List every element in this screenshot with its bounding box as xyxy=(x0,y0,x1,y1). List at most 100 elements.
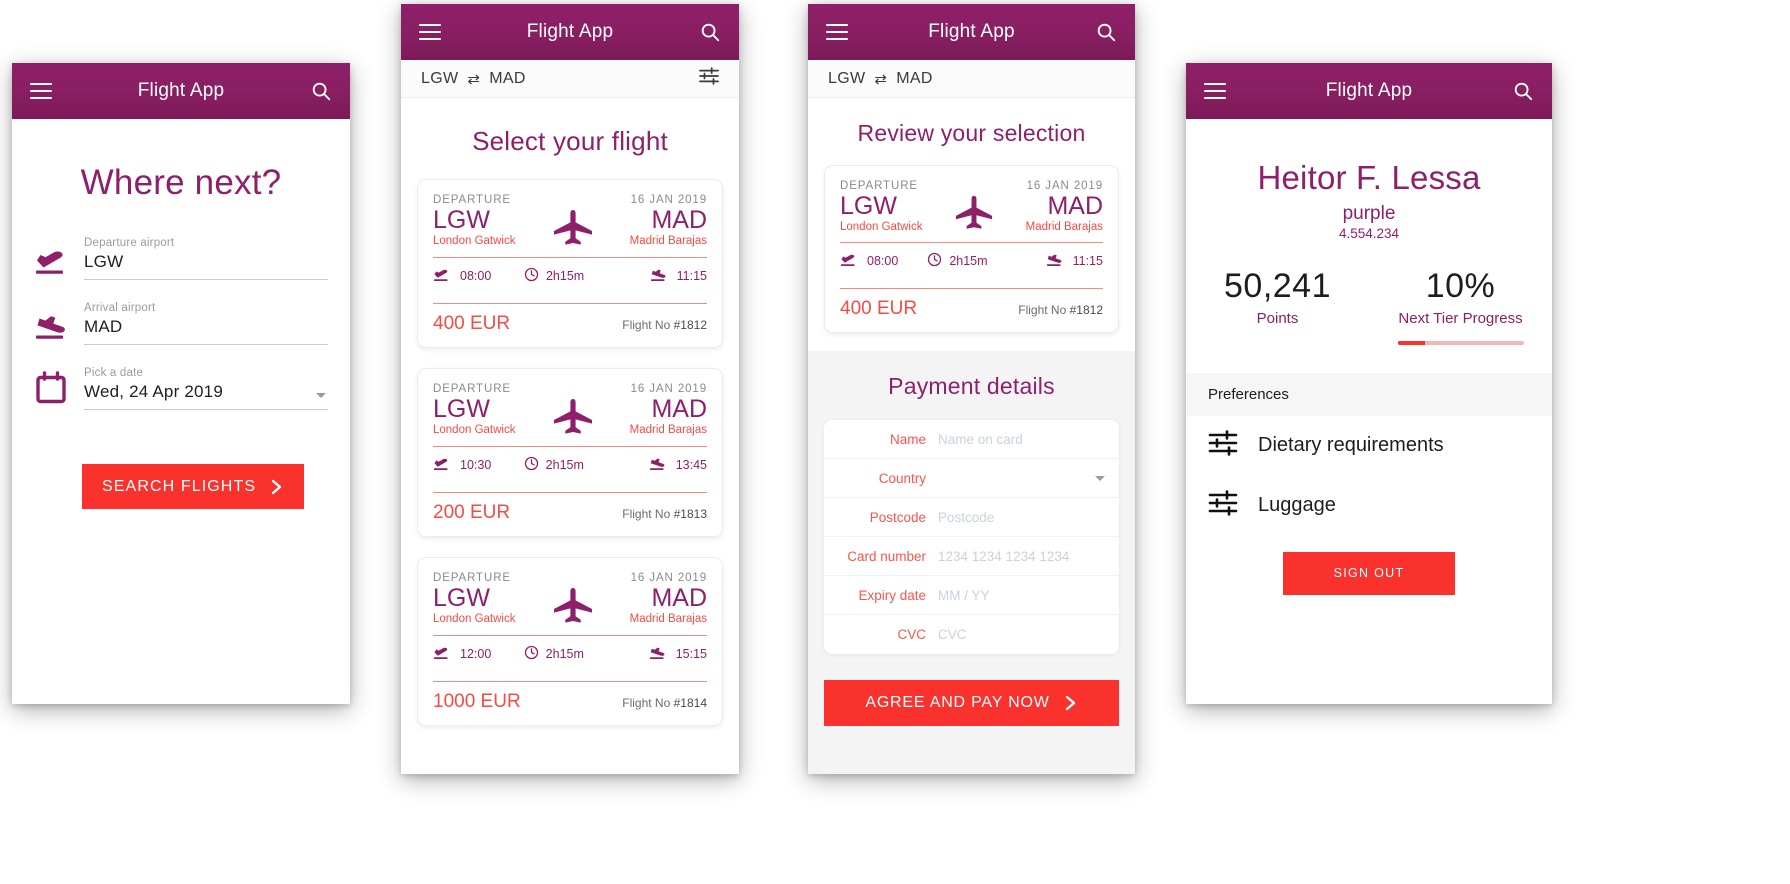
card-number-label: Card number xyxy=(847,548,926,564)
duration: 2h15m xyxy=(545,458,584,472)
app-bar: Flight App xyxy=(808,4,1135,60)
menu-icon[interactable] xyxy=(419,24,441,40)
flight-card[interactable]: DEPARTURE LGW London Gatwick 16 JAN 2019… xyxy=(417,368,723,537)
progress-bar xyxy=(1397,340,1524,345)
expiry-input[interactable]: MM / YY xyxy=(938,588,990,603)
flight-number-label: Flight No xyxy=(622,318,671,332)
duration: 2h15m xyxy=(545,269,585,283)
cvc-label: CVC xyxy=(897,627,926,643)
search-flights-button[interactable]: SEARCH FLIGHTS xyxy=(82,464,305,509)
selected-flight-card[interactable]: DEPARTURE LGW London Gatwick 16 JAN 2019… xyxy=(824,165,1119,334)
flight-number-group: Flight No #1813 xyxy=(622,507,707,521)
takeoff-icon xyxy=(840,252,860,270)
departure-input[interactable]: LGW xyxy=(84,252,328,280)
date-field-row[interactable]: Pick a date Wed, 24 Apr 2019 xyxy=(34,367,328,410)
route-to: MAD xyxy=(896,69,933,87)
route-from: LGW xyxy=(421,69,459,87)
name-field-row[interactable]: Name Name on card xyxy=(824,420,1119,460)
preference-item-dietary[interactable]: Dietary requirements xyxy=(1186,416,1552,476)
calendar-icon xyxy=(34,370,84,410)
phone-screen-review-payment: Flight App LGW ⇄ MAD Review your selecti… xyxy=(808,4,1135,774)
preferences-heading: Preferences xyxy=(1186,372,1552,416)
next-tier-stat: 10% Next Tier Progress xyxy=(1369,267,1552,345)
arrival-time-group: 11:15 xyxy=(1046,252,1103,270)
date-input[interactable]: Wed, 24 Apr 2019 xyxy=(84,382,328,410)
chevron-down-icon[interactable] xyxy=(1095,475,1105,481)
to-code: MAD xyxy=(651,395,707,423)
from-code: LGW xyxy=(433,206,490,234)
departure-time: 12:00 xyxy=(460,647,492,661)
page-title: Where next? xyxy=(80,163,282,202)
search-flights-label: SEARCH FLIGHTS xyxy=(102,477,257,495)
card-kicker: DEPARTURE xyxy=(433,383,511,395)
preference-label: Dietary requirements xyxy=(1258,434,1444,457)
next-tier-value: 10% xyxy=(1425,267,1496,305)
profile-name: Heitor F. Lessa xyxy=(1257,159,1481,196)
card-number-input[interactable]: 1234 1234 1234 1234 xyxy=(938,549,1069,564)
plane-icon xyxy=(515,572,629,626)
app-title: Flight App xyxy=(137,80,225,101)
swap-icon[interactable]: ⇄ xyxy=(874,70,887,88)
takeoff-icon xyxy=(433,456,453,474)
page-title: Select your flight xyxy=(472,126,668,156)
arrival-time: 11:15 xyxy=(676,269,707,283)
search-icon[interactable] xyxy=(310,80,332,102)
version-number: 4.554.234 xyxy=(1338,226,1400,241)
from-code: LGW xyxy=(433,584,490,612)
price: 200 EUR xyxy=(433,502,511,523)
menu-icon[interactable] xyxy=(826,24,848,40)
app-bar: Flight App xyxy=(1186,63,1552,119)
flight-card[interactable]: DEPARTURE LGW London Gatwick 16 JAN 2019… xyxy=(417,557,723,726)
page-title: Review your selection xyxy=(857,120,1086,146)
cvc-field-row[interactable]: CVC CVC xyxy=(824,615,1119,654)
departure-time: 08:00 xyxy=(460,269,492,283)
postcode-input[interactable]: Postcode xyxy=(938,510,994,525)
clock-icon xyxy=(927,252,942,270)
date-label: Pick a date xyxy=(84,367,144,379)
swap-icon[interactable]: ⇄ xyxy=(467,70,480,88)
country-field-row[interactable]: Country xyxy=(824,459,1119,499)
agree-and-pay-button[interactable]: AGREE AND PAY NOW xyxy=(824,680,1119,727)
card-kicker: DEPARTURE xyxy=(840,180,918,192)
flight-number-group: Flight No #1812 xyxy=(1018,303,1103,317)
from-code: LGW xyxy=(840,192,897,220)
departure-label: Departure airport xyxy=(84,237,175,249)
tune-icon[interactable] xyxy=(699,67,719,90)
arrival-time-group: 15:15 xyxy=(649,645,707,663)
card-date: 16 JAN 2019 xyxy=(1026,180,1103,192)
postcode-field-row[interactable]: Postcode Postcode xyxy=(824,498,1119,538)
arrival-time-group: 11:15 xyxy=(650,267,707,285)
phone-screen-profile: Flight App Heitor F. Lessa purple 4.554.… xyxy=(1186,63,1552,704)
chevron-down-icon[interactable] xyxy=(316,393,326,398)
search-icon[interactable] xyxy=(699,21,721,43)
departure-field-row[interactable]: Departure airport LGW xyxy=(34,237,328,280)
flight-number: #1812 xyxy=(1069,303,1103,318)
cvc-input[interactable]: CVC xyxy=(938,627,967,642)
arrival-time: 15:15 xyxy=(675,647,707,661)
landing-icon xyxy=(649,645,669,663)
postcode-label: Postcode xyxy=(869,509,926,525)
preference-label: Luggage xyxy=(1258,494,1336,517)
expiry-field-row[interactable]: Expiry date MM / YY xyxy=(824,576,1119,616)
flight-list: DEPARTURE LGW London Gatwick 16 JAN 2019… xyxy=(401,179,739,756)
flight-card[interactable]: DEPARTURE LGW London Gatwick 16 JAN 2019… xyxy=(417,179,723,348)
menu-icon[interactable] xyxy=(1204,83,1226,99)
country-label: Country xyxy=(878,470,926,486)
points-value: 50,241 xyxy=(1224,267,1331,305)
flight-number-group: Flight No #1814 xyxy=(622,696,707,710)
menu-icon[interactable] xyxy=(30,83,52,99)
name-input[interactable]: Name on card xyxy=(938,432,1023,447)
search-icon[interactable] xyxy=(1095,21,1117,43)
search-icon[interactable] xyxy=(1512,80,1534,102)
arrival-time: 11:15 xyxy=(1072,254,1103,269)
preference-item-luggage[interactable]: Luggage xyxy=(1186,476,1552,536)
card-kicker: DEPARTURE xyxy=(433,194,511,206)
arrival-field-row[interactable]: Arrival airport MAD xyxy=(34,302,328,345)
stats-row: 50,241 Points 10% Next Tier Progress xyxy=(1186,267,1552,345)
card-number-field-row[interactable]: Card number 1234 1234 1234 1234 xyxy=(824,537,1119,577)
to-code: MAD xyxy=(1047,192,1103,220)
to-city: Madrid Barajas xyxy=(629,613,707,626)
points-stat: 50,241 Points xyxy=(1186,267,1369,345)
sign-out-button[interactable]: SIGN OUT xyxy=(1283,551,1455,595)
arrival-input[interactable]: MAD xyxy=(84,317,328,345)
